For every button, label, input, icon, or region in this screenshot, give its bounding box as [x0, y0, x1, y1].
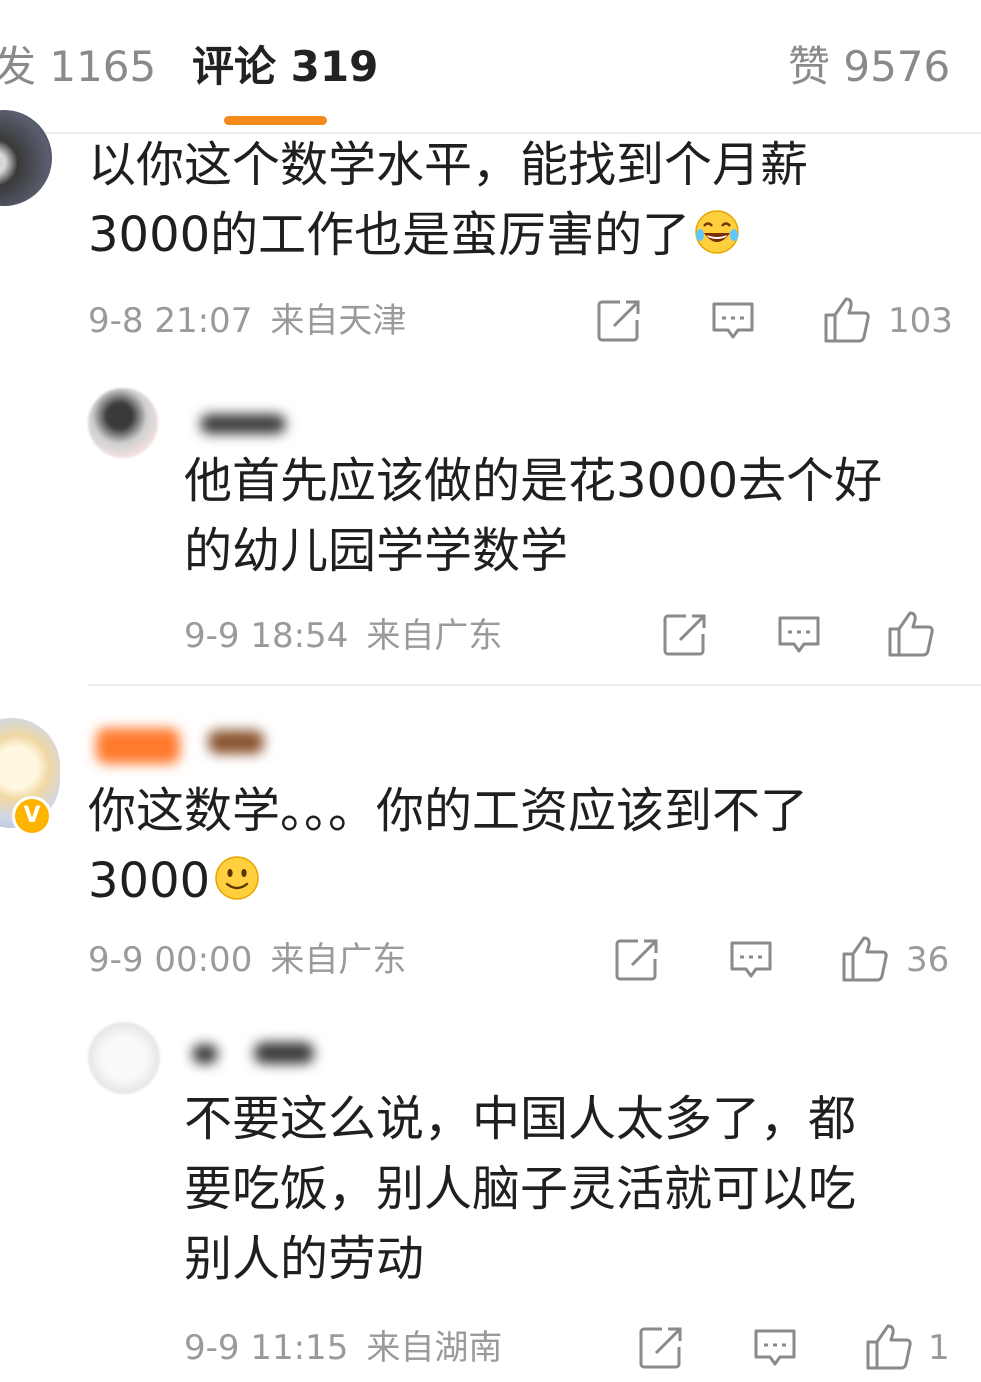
- repost-icon[interactable]: [662, 612, 708, 658]
- comment-meta: 9-9 18:54 来自广东: [184, 614, 502, 658]
- comment-time: 9-8 21:07: [88, 301, 253, 341]
- comment-text-line: 别人的劳动: [184, 1231, 425, 1287]
- comment-tabs-bar: 发 1165 评论 319 赞 9576: [0, 0, 981, 134]
- comment-text: 以你这个数学水平，能找到个月薪 3000的工作也是蛮厉害的了: [88, 130, 808, 270]
- comment-text: 不要这么说，中国人太多了，都 要吃饭，别人脑子灵活就可以吃 别人的劳动: [184, 1084, 856, 1294]
- tab-likes[interactable]: 赞 9576: [788, 38, 950, 96]
- blurred-username: [200, 414, 286, 434]
- thumbs-up-icon[interactable]: [864, 1322, 914, 1372]
- comment-location: 来自天津: [270, 301, 407, 341]
- reply-comment-icon[interactable]: [776, 612, 822, 658]
- reply-comment-icon[interactable]: [710, 298, 756, 344]
- comment-time: 9-9 00:00: [88, 940, 253, 980]
- comment-text: 你这数学。。。你的工资应该到不了 3000: [88, 776, 808, 916]
- comment-text-line: 以你这个数学水平，能找到个月薪: [88, 137, 809, 193]
- comment-text-segment: 3000: [88, 853, 211, 909]
- like-count: 36: [906, 940, 950, 980]
- smile-emoji-icon: [215, 856, 259, 900]
- comment-text-line: 他首先应该做的是花3000去个好: [184, 453, 883, 509]
- comment-text-segment: 3000的工作也是蛮厉害的了: [88, 207, 691, 263]
- repost-icon[interactable]: [596, 298, 642, 344]
- comment-text-line: 不要这么说，中国人太多了，都: [184, 1091, 857, 1147]
- tab-reposts[interactable]: 发 1165: [0, 38, 156, 96]
- avatar[interactable]: [88, 1022, 160, 1094]
- comment-meta: 9-8 21:07 来自天津: [88, 299, 406, 343]
- comment-location: 来自湖南: [366, 1328, 503, 1368]
- blurred-username: [192, 1044, 218, 1064]
- comment-location: 来自广东: [270, 940, 407, 980]
- thumbs-up-icon[interactable]: [822, 295, 872, 345]
- comment-meta: 9-9 00:00 来自广东: [88, 938, 406, 982]
- comment-time: 9-9 18:54: [184, 616, 349, 656]
- like-count: 1: [928, 1328, 950, 1368]
- comment-text-line: 3000: [88, 846, 808, 916]
- reply-comment-icon[interactable]: [728, 937, 774, 983]
- verified-badge-icon: V: [12, 796, 52, 836]
- blurred-username: [96, 728, 180, 764]
- blurred-username-badge: [208, 730, 264, 754]
- blurred-username: [254, 1042, 314, 1064]
- comment-text-line: 的幼儿园学学数学: [184, 523, 569, 579]
- repost-icon[interactable]: [638, 1325, 684, 1371]
- comment-time: 9-9 11:15: [184, 1328, 349, 1368]
- comment-divider: [88, 684, 981, 686]
- thumbs-up-icon[interactable]: [840, 934, 890, 984]
- tab-comments[interactable]: 评论 319: [192, 38, 378, 96]
- comment-text-line: 要吃饭，别人脑子灵活就可以吃: [184, 1161, 857, 1217]
- comment-meta: 9-9 11:15 来自湖南: [184, 1326, 502, 1370]
- comment-text-line: 你这数学。。。你的工资应该到不了: [88, 783, 809, 839]
- active-tab-indicator: [224, 116, 327, 125]
- repost-icon[interactable]: [614, 937, 660, 983]
- reply-comment-icon[interactable]: [752, 1325, 798, 1371]
- like-count: 103: [888, 301, 953, 341]
- thumbs-up-icon[interactable]: [886, 609, 936, 659]
- laughing-tears-emoji-icon: [695, 210, 739, 254]
- comment-text: 他首先应该做的是花3000去个好 的幼儿园学学数学: [184, 446, 882, 586]
- avatar[interactable]: [88, 388, 158, 458]
- comment-location: 来自广东: [366, 616, 503, 656]
- comment-text-line: 3000的工作也是蛮厉害的了: [88, 200, 808, 270]
